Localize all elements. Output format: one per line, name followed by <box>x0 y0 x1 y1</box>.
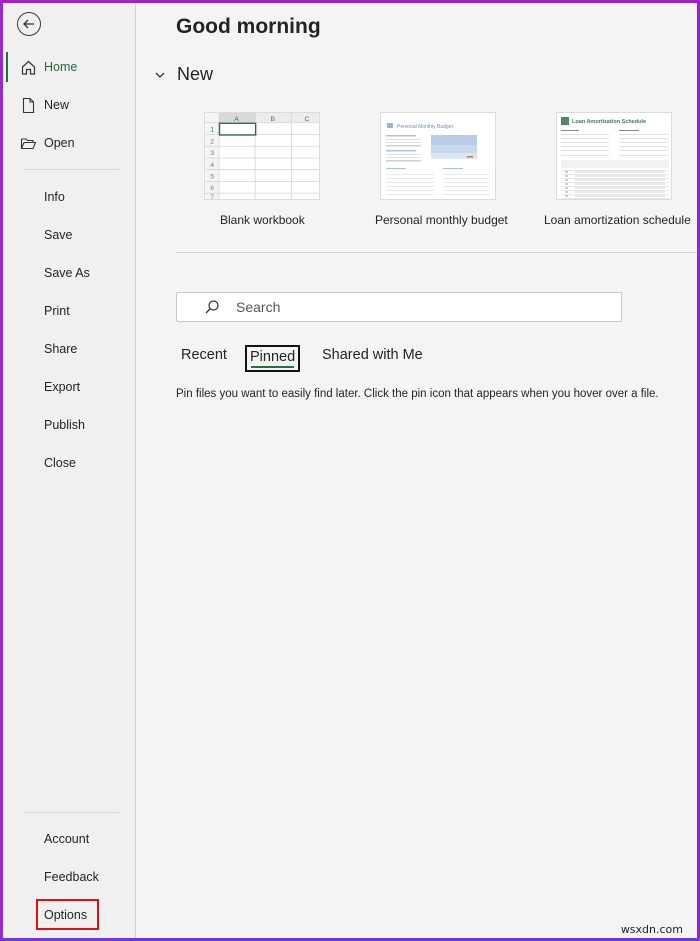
sidebar-item-home[interactable]: Home <box>3 52 136 82</box>
template-personal-monthly-budget[interactable]: Personal Monthly Budget Personal monthly… <box>375 112 508 227</box>
loan-thumbnail: Loan Amortization Schedule <box>556 112 672 200</box>
template-blank-workbook[interactable]: A B C 1 2 3 4 5 6 7 Blank workbook <box>204 112 320 227</box>
sidebar-divider <box>23 169 119 170</box>
sidebar-item-label: Info <box>44 190 65 204</box>
sidebar-item-save-as[interactable]: Save As <box>3 258 136 288</box>
sidebar-item-label: Account <box>44 832 90 846</box>
home-icon <box>21 60 36 75</box>
pinned-empty-hint: Pin files you want to easily find later.… <box>176 388 659 400</box>
svg-text:1: 1 <box>210 127 214 134</box>
svg-text:B: B <box>270 116 275 123</box>
sidebar-item-close[interactable]: Close <box>3 448 136 478</box>
options-highlight-box <box>36 899 99 930</box>
section-divider <box>176 252 697 253</box>
arrow-left-icon <box>23 19 34 29</box>
sidebar-item-feedback[interactable]: Feedback <box>3 862 136 892</box>
sidebar-item-open[interactable]: Open <box>3 128 136 158</box>
watermark: wsxdn.com <box>620 923 683 936</box>
sidebar-item-label: Save <box>44 228 73 242</box>
template-caption: Blank workbook <box>220 213 305 227</box>
svg-text:A: A <box>234 116 239 123</box>
template-caption: Personal monthly budget <box>375 213 508 227</box>
new-document-icon <box>22 97 35 114</box>
sidebar-item-label: Publish <box>44 418 85 432</box>
sidebar-item-new[interactable]: New <box>3 90 136 120</box>
sidebar-item-label: Home <box>44 60 78 74</box>
blank-workbook-thumbnail: A B C 1 2 3 4 5 6 7 <box>204 112 320 200</box>
sidebar-item-label: Print <box>44 304 70 318</box>
svg-text:5: 5 <box>210 173 214 180</box>
backstage-main: Good morning New A B C 1 2 3 4 5 6 7 Bla… <box>137 3 697 938</box>
template-caption: Loan amortization schedule <box>544 213 691 227</box>
sidebar-item-account[interactable]: Account <box>3 824 136 854</box>
sidebar-item-save[interactable]: Save <box>3 220 136 250</box>
sidebar-item-info[interactable]: Info <box>3 182 136 212</box>
budget-thumbnail: Personal Monthly Budget <box>380 112 496 200</box>
sidebar-item-label: Share <box>44 342 78 356</box>
sidebar-item-publish[interactable]: Publish <box>3 410 136 440</box>
sidebar-item-label: Feedback <box>44 870 99 884</box>
sidebar-item-label: Close <box>44 456 76 470</box>
tab-shared-with-me[interactable]: Shared with Me <box>322 347 423 363</box>
sidebar-item-print[interactable]: Print <box>3 296 136 326</box>
chevron-down-icon <box>155 72 165 78</box>
svg-text:C: C <box>304 116 309 123</box>
sidebar-item-label: Open <box>44 136 75 150</box>
template-loan-amortization-schedule[interactable]: Loan Amortization Schedule Loan amortiza… <box>544 112 691 227</box>
excel-backstage-window: Home New Open Info Save Save As Print Sh… <box>0 0 700 941</box>
loan-preview: Loan Amortization Schedule <box>561 117 669 199</box>
budget-preview-title: Personal Monthly Budget <box>397 124 453 130</box>
search-input[interactable] <box>236 297 606 317</box>
sidebar-item-export[interactable]: Export <box>3 372 136 402</box>
svg-text:4: 4 <box>210 162 214 169</box>
search-icon <box>205 300 219 314</box>
sidebar-item-label: Save As <box>44 266 90 280</box>
sidebar-divider <box>23 812 119 813</box>
sidebar-item-label: Export <box>44 380 81 394</box>
new-section-title: New <box>177 64 214 84</box>
svg-text:3: 3 <box>210 150 214 157</box>
loan-preview-title: Loan Amortization Schedule <box>572 119 646 125</box>
sidebar-item-share[interactable]: Share <box>3 334 136 364</box>
page-title: Good morning <box>176 15 321 38</box>
svg-text:7: 7 <box>210 194 214 199</box>
open-folder-icon <box>20 138 37 150</box>
backstage-sidebar: Home New Open Info Save Save As Print Sh… <box>3 3 136 938</box>
tab-label: Pinned <box>250 349 296 365</box>
svg-text:2: 2 <box>210 138 214 145</box>
search-box[interactable] <box>176 292 622 322</box>
new-section-toggle[interactable]: New <box>154 64 213 85</box>
tab-pinned[interactable]: Pinned <box>245 345 301 372</box>
sidebar-item-label: New <box>44 98 70 112</box>
spreadsheet-grid-preview: A B C 1 2 3 4 5 6 7 <box>205 113 319 199</box>
budget-preview: Personal Monthly Budget <box>386 123 489 195</box>
tab-recent[interactable]: Recent <box>181 347 227 363</box>
back-button[interactable] <box>17 12 41 36</box>
svg-text:6: 6 <box>210 185 214 192</box>
tab-selected-underline <box>251 366 295 368</box>
